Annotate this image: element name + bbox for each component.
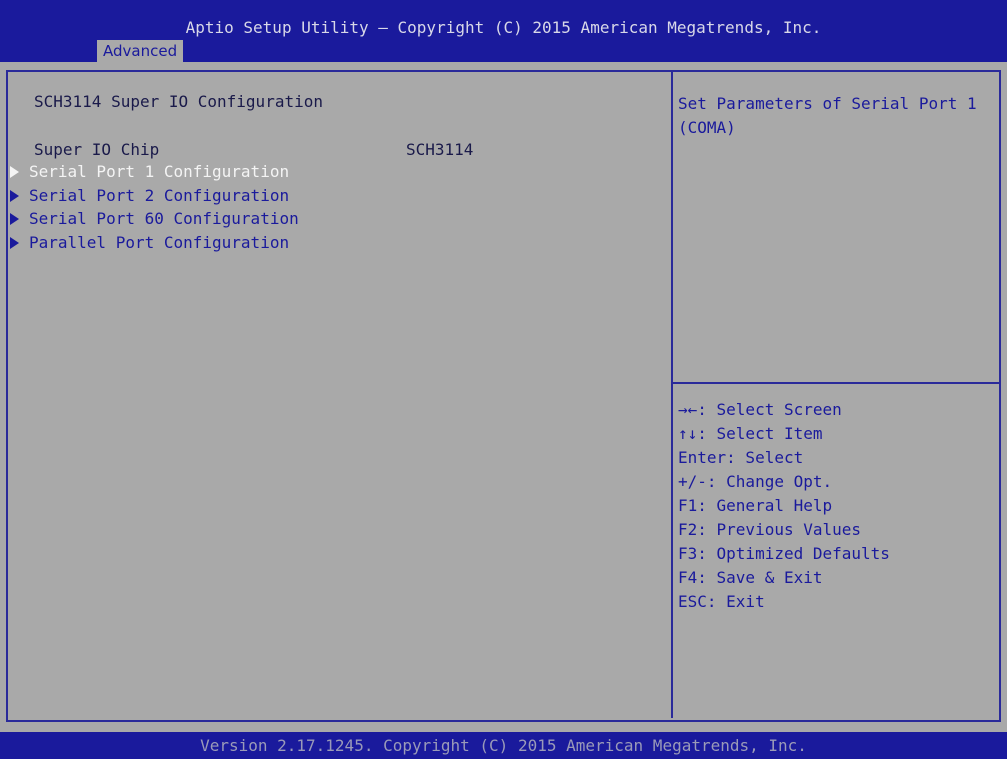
key-hint-f3: F3: Optimized Defaults (678, 544, 890, 563)
key-hint-f2: F2: Previous Values (678, 520, 862, 539)
key-hint-f4: F4: Save & Exit (678, 568, 823, 587)
submenu-arrow-icon (10, 213, 19, 225)
app-title: Aptio Setup Utility – Copyright (C) 2015… (185, 18, 822, 37)
submenu-arrow-icon (10, 190, 19, 202)
super-io-chip-label: Super IO Chip (34, 140, 160, 159)
key-hint-enter: Enter: Select (678, 448, 804, 467)
menu-item-label: Serial Port 2 Configuration (29, 186, 290, 205)
menu-item-label: Parallel Port Configuration (29, 233, 290, 252)
section-title: SCH3114 Super IO Configuration (34, 92, 323, 111)
key-hint-change-opt: +/-: Change Opt. (678, 472, 833, 491)
key-hint-select-screen: →←: Select Screen (678, 400, 842, 419)
submenu-arrow-icon (10, 237, 19, 249)
menu-item-parallel-port[interactable]: Parallel Port Configuration (10, 233, 289, 252)
key-hint-select-item: ↑↓: Select Item (678, 424, 823, 443)
super-io-chip-value: SCH3114 (406, 140, 474, 159)
key-hint-f1: F1: General Help (678, 496, 833, 515)
menu-item-label: Serial Port 60 Configuration (29, 209, 299, 228)
key-legend: →←: Select Screen ↑↓: Select Item Enter:… (678, 398, 890, 614)
help-divider (673, 382, 999, 384)
menu-item-label: Serial Port 1 Configuration (29, 162, 290, 181)
key-hint-esc: ESC: Exit (678, 592, 765, 611)
help-text: Set Parameters of Serial Port 1 (COMA) (678, 94, 977, 137)
submenu-arrow-icon (10, 166, 19, 178)
footer-version: Version 2.17.1245. Copyright (C) 2015 Am… (200, 736, 807, 755)
menu-item-serial-port-1[interactable]: Serial Port 1 Configuration (10, 162, 289, 181)
menu-item-serial-port-60[interactable]: Serial Port 60 Configuration (10, 209, 299, 228)
tab-advanced[interactable]: Advanced (97, 40, 184, 62)
menu-item-serial-port-2[interactable]: Serial Port 2 Configuration (10, 186, 289, 205)
